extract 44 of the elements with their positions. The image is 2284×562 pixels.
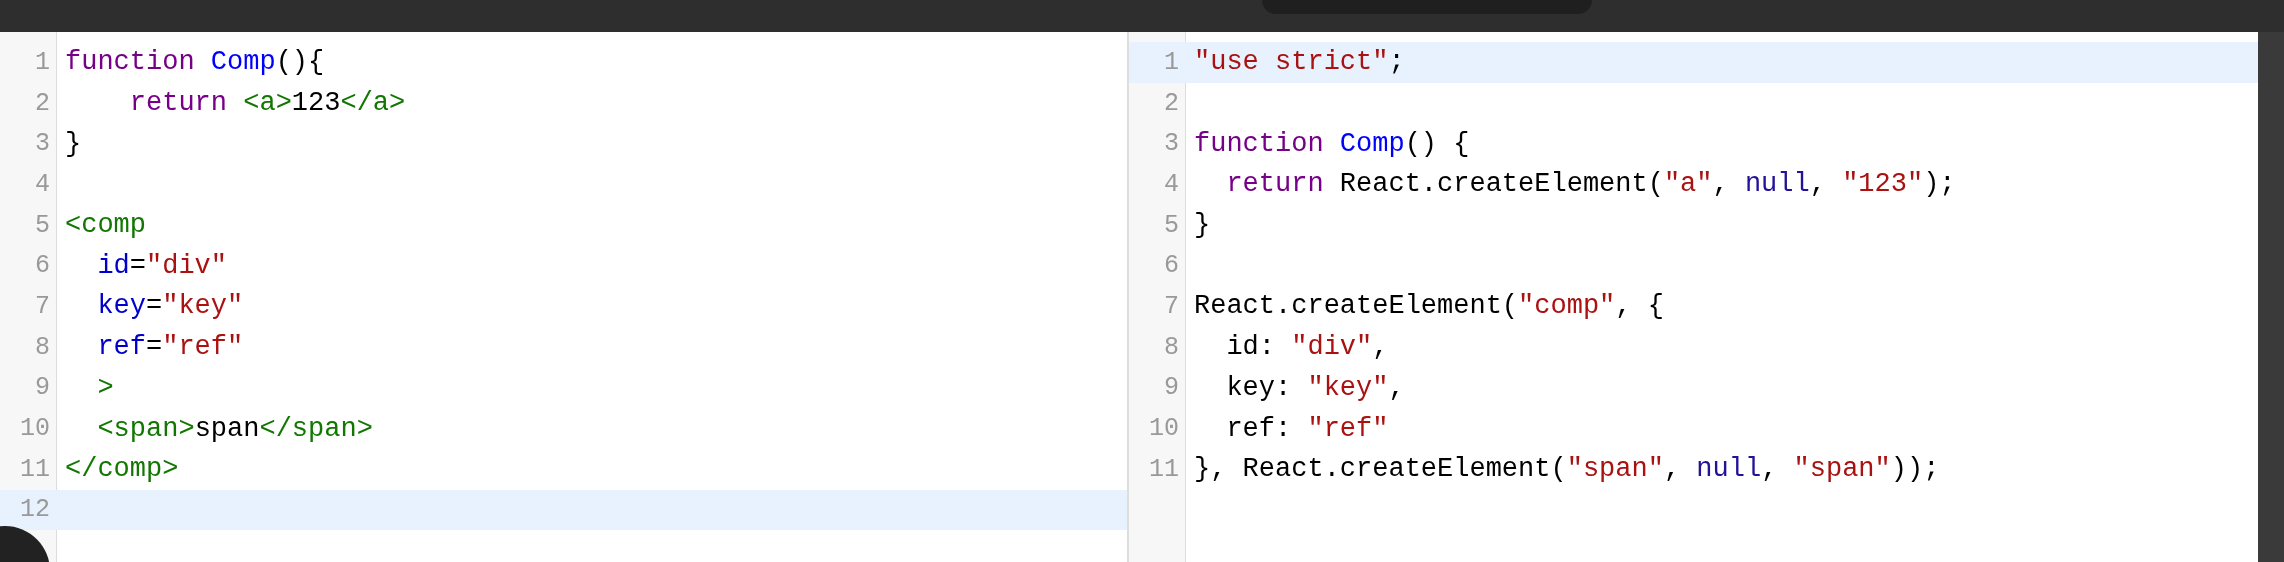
line-number: 9 [1163,373,1179,403]
code-line: }, React.createElement("span", null, "span")); [1194,454,1940,485]
code-line: </comp> [65,454,179,485]
code-line: key="key" [96,291,244,322]
code-editor[interactable] [1129,32,2259,562]
code-line: <comp [65,210,146,241]
line-number: 8 [1163,332,1179,362]
code-line: return React.createElement("a", null, "123"); [1225,169,1956,200]
code-line: ref: "ref" [1225,413,1389,444]
line-number: 10 [1148,414,1179,444]
code-line: > [96,372,114,403]
code-line: } [65,128,82,159]
line-number: 4 [1163,169,1179,199]
code-line: } [1194,210,1211,241]
line-number: 11 [1148,454,1179,484]
code-line: function Comp(){ [65,47,325,78]
line-number: 6 [1163,251,1179,281]
code-line: key: "key", [1225,372,1405,403]
code-line: ref="ref" [96,332,244,363]
code-line: "use strict"; [1194,47,1405,78]
line-number: 2 [34,88,50,118]
line-number: 5 [34,210,50,240]
code-line: function Comp() { [1194,128,1470,159]
line-number: 7 [1163,291,1179,321]
code-line: React.createElement("comp", { [1194,291,1664,322]
line-number: 5 [1163,210,1179,240]
line-number: 12 [19,495,50,525]
code-editor[interactable]: 1 function Comp(){ 2 return <a>123</a> 3 } 4 5 <comp 6 id="div" 7 key="key" 8 ref="ref" 9 > 10 <span>span</span> 11 </comp> 12 [0,32,1129,562]
line-number: 10 [19,414,50,444]
line-number: 3 [34,129,50,159]
line-number: 11 [19,454,50,484]
line-number: 8 [34,332,50,362]
line-number: 1 [1163,47,1179,77]
line-number: 2 [1163,88,1179,118]
code-line: return <a>123</a> [128,88,406,119]
line-number: 7 [34,291,50,321]
line-number: 3 [1163,129,1179,159]
line-number: 9 [34,373,50,403]
code-line: id="div" [96,250,228,281]
code-line: id: "div", [1225,332,1389,363]
line-number: 6 [34,251,50,281]
line-number: 4 [34,169,50,199]
line-number: 1 [34,47,50,77]
code-line: <span>span</span> [96,413,373,444]
